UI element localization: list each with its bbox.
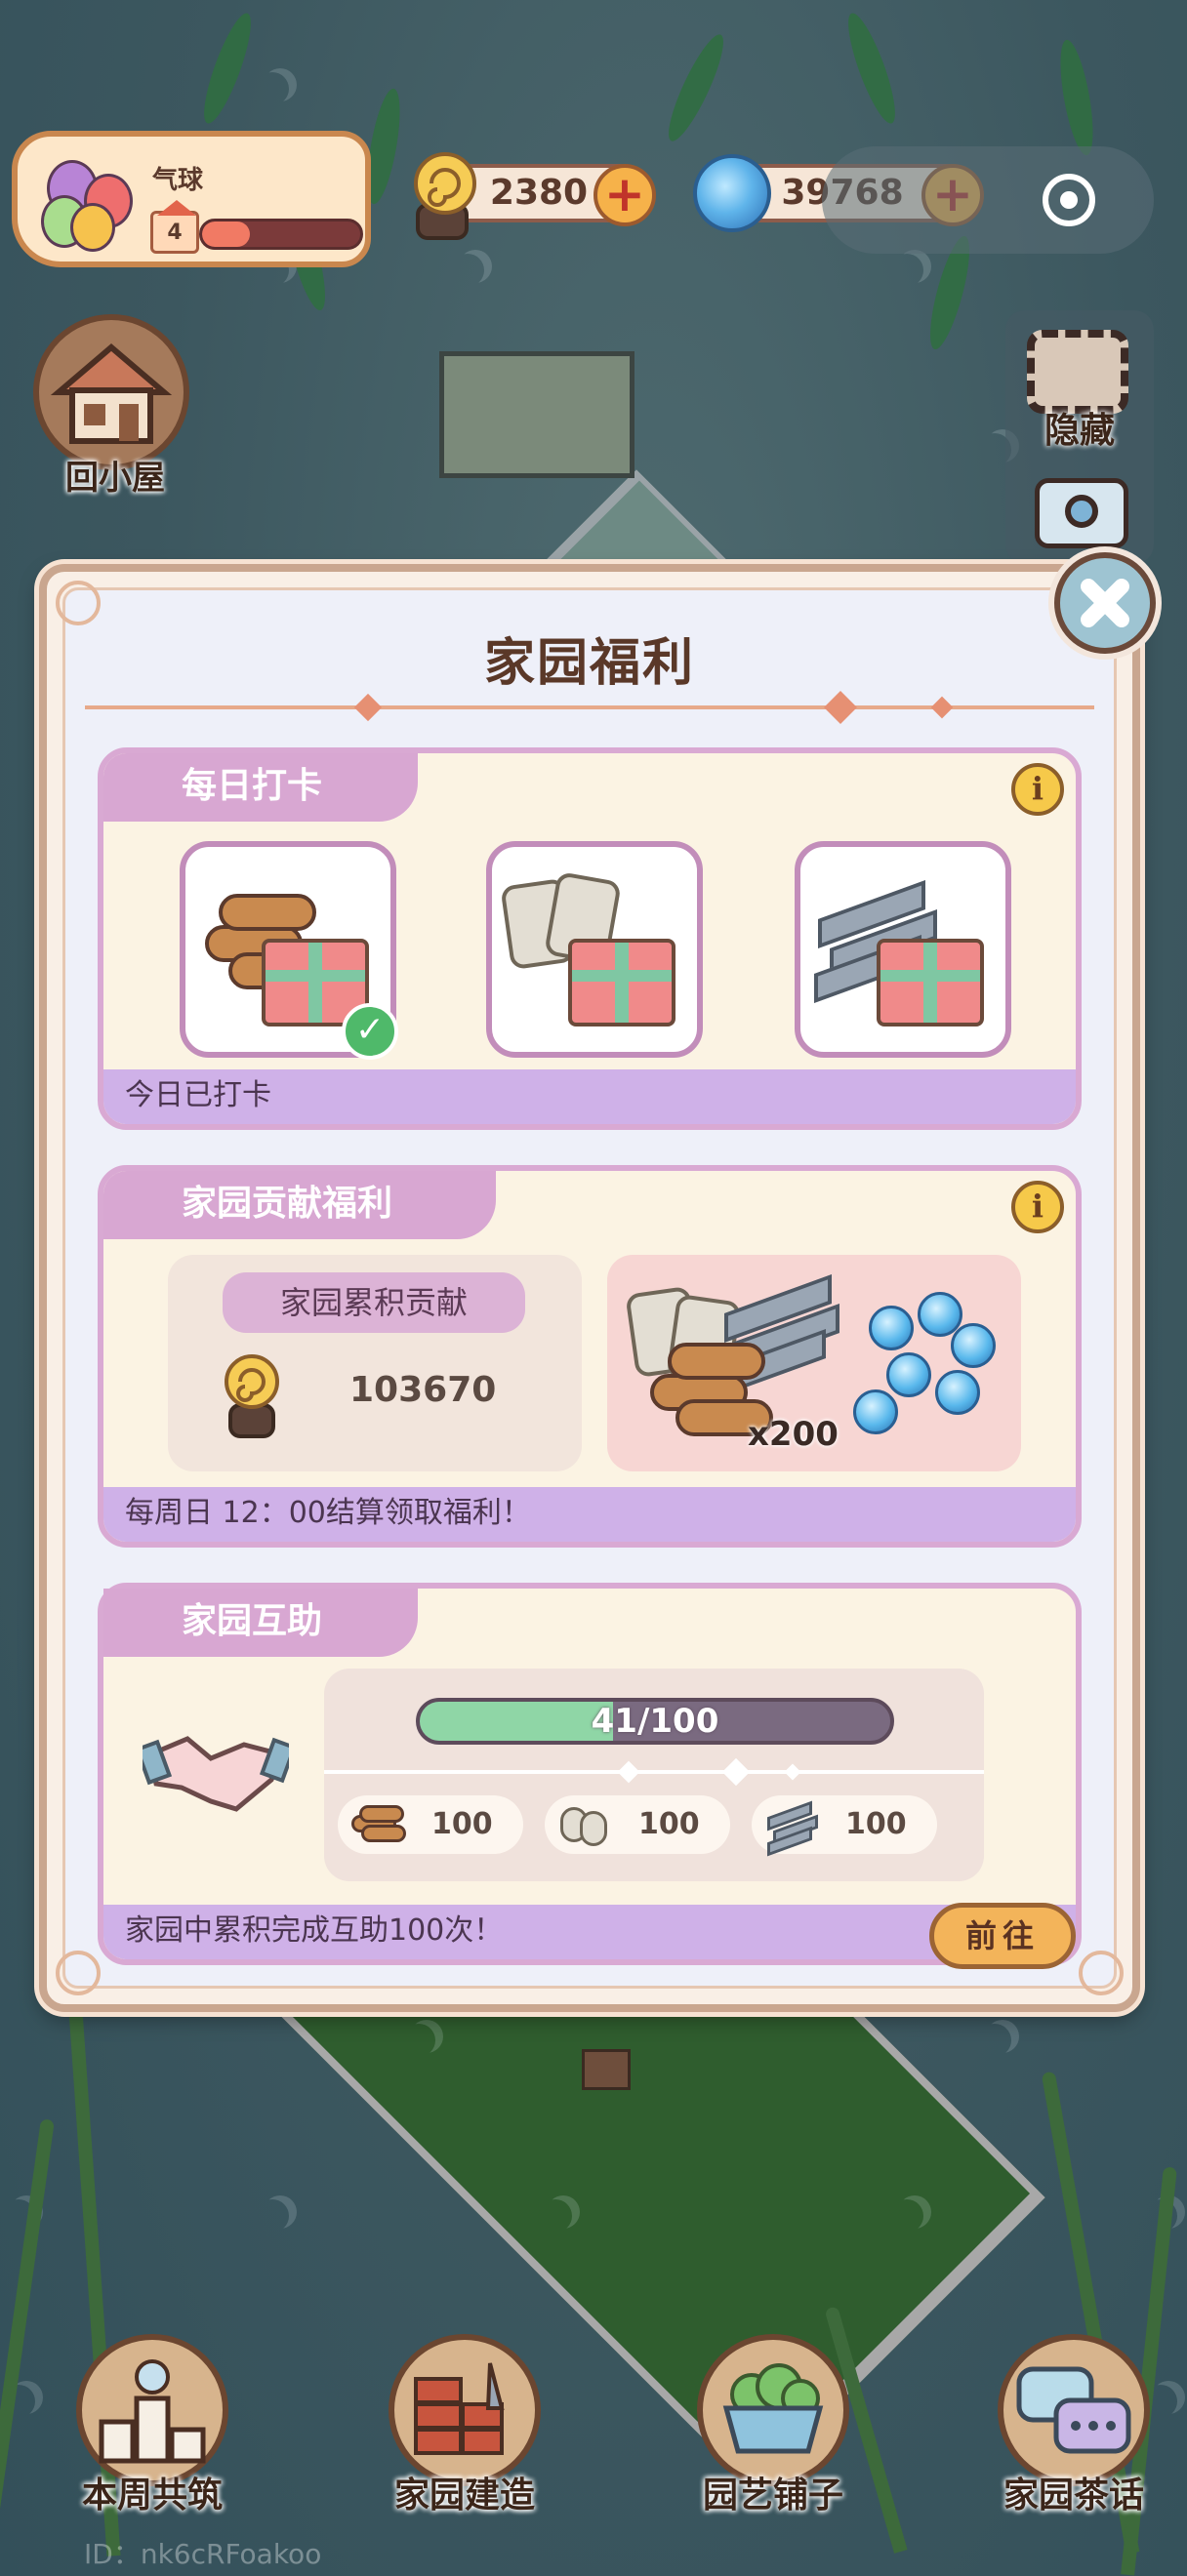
- wood-icon: [351, 1805, 406, 1844]
- balloon-title: 气球: [152, 166, 204, 195]
- close-button[interactable]: [1054, 552, 1156, 654]
- contribution-label: 家园累积贡献: [223, 1272, 525, 1333]
- hide-ui-label[interactable]: 隐藏: [1005, 402, 1154, 453]
- balloon-panel[interactable]: 气球 4: [12, 131, 371, 267]
- side-tools: 隐藏: [1005, 310, 1154, 564]
- nav-garden-shop[interactable]: 园艺铺子: [675, 2334, 871, 2529]
- gift-icon: [877, 939, 984, 1026]
- house-sprite: [439, 351, 634, 478]
- bricks-icon: [389, 2334, 541, 2486]
- house-icon: [33, 314, 189, 470]
- gift-icon: [568, 939, 675, 1026]
- target-icon[interactable]: [1043, 174, 1095, 226]
- level-progress-fill: [202, 221, 250, 247]
- help-reward-amount: 100: [638, 1807, 700, 1841]
- contribution-box: 家园累积贡献 103670: [168, 1255, 582, 1471]
- dialog-title: 家园福利: [483, 634, 695, 693]
- help-reward-amount: 100: [845, 1807, 907, 1841]
- mutual-help-section: 家园互助 41/100 100 100 100 家园中累积完成互助100次！ 前…: [98, 1583, 1082, 1969]
- nav-home-tea-label: 家园茶话: [1003, 2475, 1144, 2516]
- help-reward-wood: 100: [338, 1795, 523, 1854]
- flowerpot-icon: [697, 2334, 849, 2486]
- contribution-value: 103670: [349, 1370, 497, 1410]
- progress-divider: [324, 1770, 984, 1774]
- mutual-help-progress-bar: 41/100: [416, 1698, 894, 1745]
- reward-count: x200: [748, 1415, 839, 1454]
- sign-sprite: [582, 2049, 631, 2090]
- help-reward-steel: 100: [752, 1795, 937, 1857]
- contribution-footer: 每周日 12：00结算领取福利！: [103, 1487, 1076, 1542]
- user-id-text: ID：nk6cRFoakoo: [84, 2538, 322, 2570]
- steel-icon: [767, 1800, 820, 1857]
- nav-weekly-build[interactable]: 本周共筑: [55, 2334, 250, 2529]
- chat-bubbles-icon: [998, 2334, 1150, 2486]
- checkin-status: 今日已打卡: [103, 1069, 1076, 1124]
- snail-coin-counter: 2380 +: [414, 152, 656, 240]
- info-icon[interactable]: i: [1011, 763, 1064, 816]
- level-progress-bar: [199, 219, 363, 250]
- daily-checkin-title: 每日打卡: [103, 753, 418, 822]
- checkin-day-3[interactable]: [795, 841, 1011, 1058]
- contribution-section: 家园贡献福利 i 家园累积贡献 103670 x200 每周日 12：00结算领…: [98, 1165, 1082, 1548]
- nav-home-tea[interactable]: 家园茶话: [976, 2334, 1171, 2529]
- camera-icon[interactable]: [1035, 478, 1128, 548]
- contribution-reward-box[interactable]: x200: [607, 1255, 1021, 1471]
- add-snail-coin-button[interactable]: +: [594, 164, 656, 226]
- contribution-title: 家园贡献福利: [103, 1171, 496, 1239]
- go-home-label: 回小屋: [65, 459, 165, 498]
- mutual-help-progress-box: 41/100 100 100 100: [324, 1669, 984, 1881]
- daily-checkin-section: 每日打卡 i ✓ 今日已打卡: [98, 747, 1082, 1130]
- nav-garden-shop-label: 园艺铺子: [702, 2475, 843, 2516]
- handshake-icon: [143, 1736, 289, 1812]
- go-home-button[interactable]: 回小屋: [33, 314, 197, 500]
- checkin-day-1[interactable]: ✓: [180, 841, 398, 1060]
- help-reward-amount: 100: [431, 1807, 493, 1841]
- go-button[interactable]: 前往: [929, 1903, 1076, 1969]
- help-reward-cement: 100: [545, 1795, 730, 1854]
- menu-capsule: [822, 146, 1154, 254]
- info-icon[interactable]: i: [1011, 1181, 1064, 1233]
- podium-icon: [76, 2334, 228, 2486]
- mutual-help-progress-text: 41/100: [591, 1702, 719, 1741]
- balloons-icon: [39, 152, 146, 260]
- snail-coin-icon: [225, 1354, 279, 1438]
- home-level-badge: 4: [150, 200, 199, 254]
- checked-icon: ✓: [342, 1003, 398, 1060]
- nav-home-build[interactable]: 家园建造: [367, 2334, 562, 2529]
- home-level: 4: [167, 221, 183, 245]
- checkin-day-2[interactable]: [486, 841, 703, 1058]
- nav-weekly-build-label: 本周共筑: [81, 2475, 223, 2516]
- cement-icon: [560, 1803, 613, 1846]
- nav-home-build-label: 家园建造: [393, 2475, 535, 2516]
- mutual-help-title: 家园互助: [103, 1589, 418, 1657]
